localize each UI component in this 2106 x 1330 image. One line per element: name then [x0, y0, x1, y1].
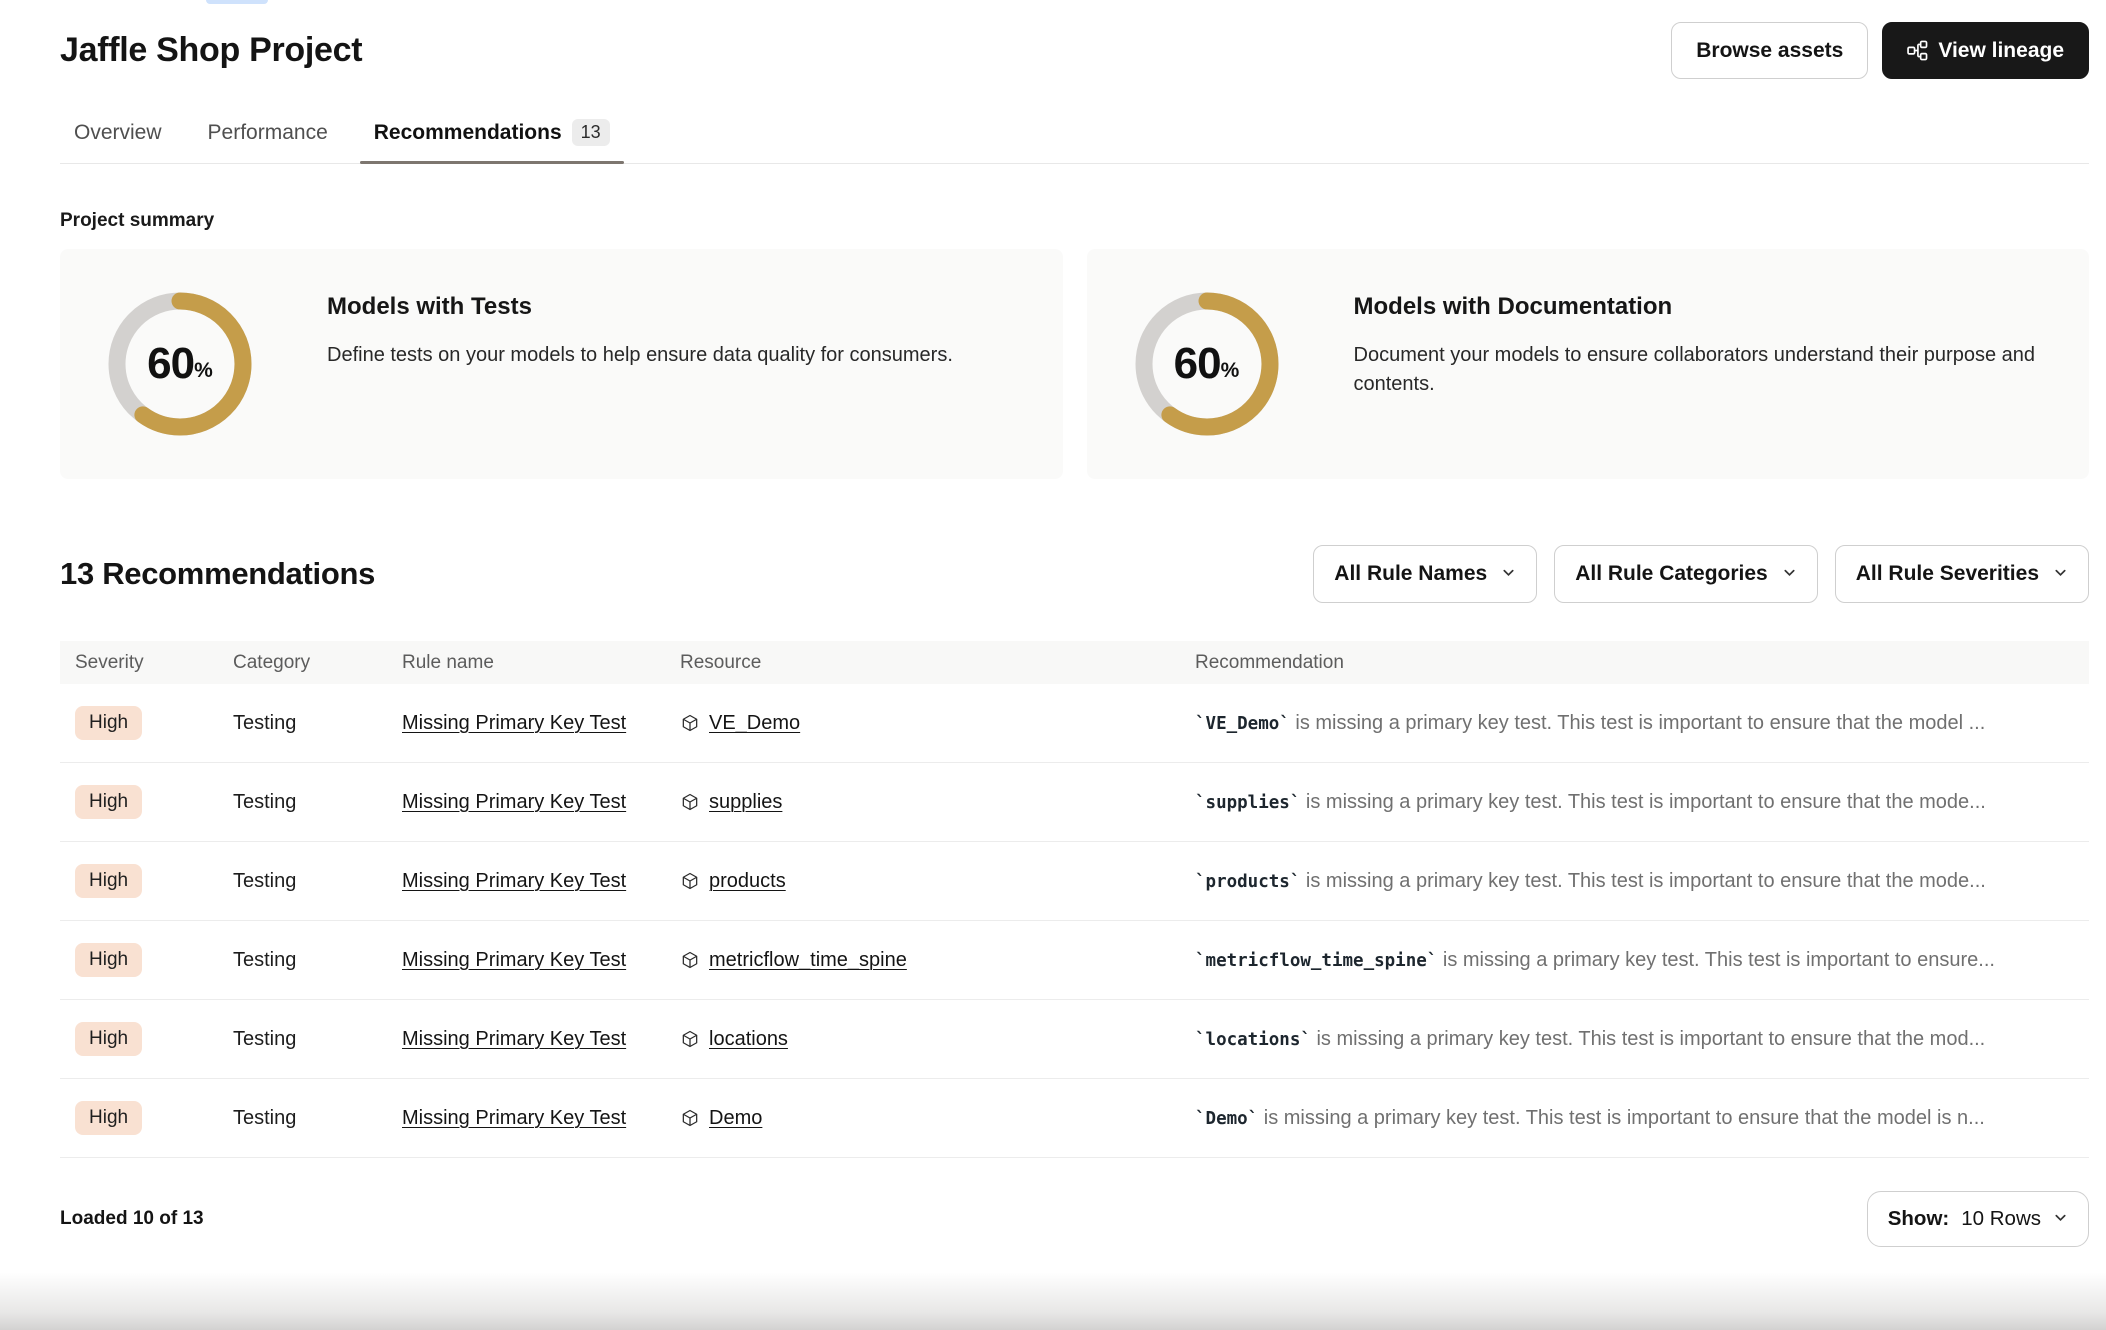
summary-cards: 60 % Models with Tests Define tests on y…: [60, 249, 2089, 479]
table-row: High Testing Missing Primary Key Test De…: [60, 1079, 2089, 1158]
table-row: High Testing Missing Primary Key Test me…: [60, 921, 2089, 1000]
recommendations-count-badge: 13: [572, 119, 610, 146]
resource-link[interactable]: products: [709, 870, 786, 893]
chevron-down-icon: [1782, 562, 1797, 586]
tests-card-content: Models with Tests Define tests on your m…: [327, 249, 953, 370]
col-category: Category: [233, 652, 402, 674]
chevron-down-icon: [2053, 1207, 2068, 1231]
rule-names-filter-label: All Rule Names: [1334, 562, 1487, 586]
category-cell: Testing: [233, 1028, 402, 1051]
rule-categories-filter-label: All Rule Categories: [1575, 562, 1768, 586]
col-resource: Resource: [680, 652, 1195, 674]
severity-badge: High: [75, 1101, 142, 1135]
tests-card-title: Models with Tests: [327, 293, 953, 321]
model-cube-icon: [680, 871, 700, 891]
recommendation-cell: `products` is missing a primary key test…: [1195, 870, 2089, 893]
docs-percent-value: 60 %: [1132, 289, 1282, 439]
rule-name-link[interactable]: Missing Primary Key Test: [402, 949, 626, 971]
chevron-down-icon: [1501, 562, 1516, 586]
category-cell: Testing: [233, 1107, 402, 1130]
table-header-row: Severity Category Rule name Resource Rec…: [60, 641, 2089, 684]
rule-names-filter[interactable]: All Rule Names: [1313, 545, 1537, 603]
recommendation-cell: `supplies` is missing a primary key test…: [1195, 791, 2089, 814]
recommendation-cell: `locations` is missing a primary key tes…: [1195, 1028, 2089, 1051]
rows-per-page-select[interactable]: Show: 10 Rows: [1867, 1191, 2089, 1247]
resource-link[interactable]: supplies: [709, 791, 782, 814]
table-footer: Loaded 10 of 13 Show: 10 Rows: [60, 1191, 2089, 1247]
rule-name-link[interactable]: Missing Primary Key Test: [402, 870, 626, 892]
bottom-scroll-fade: [0, 1272, 2106, 1330]
page-title: Jaffle Shop Project: [60, 31, 362, 70]
table-row: High Testing Missing Primary Key Test pr…: [60, 842, 2089, 921]
table-row: High Testing Missing Primary Key Test lo…: [60, 1000, 2089, 1079]
page: Jaffle Shop Project Browse assets View l…: [0, 0, 2106, 1247]
page-header: Jaffle Shop Project Browse assets View l…: [60, 0, 2089, 79]
docs-card-description: Document your models to ensure collabora…: [1354, 341, 2090, 399]
tab-recommendations-label: Recommendations: [374, 121, 562, 145]
category-cell: Testing: [233, 870, 402, 893]
resource-link[interactable]: metricflow_time_spine: [709, 949, 907, 972]
resource-link[interactable]: locations: [709, 1028, 788, 1051]
loaded-count: Loaded 10 of 13: [60, 1208, 204, 1230]
col-severity: Severity: [75, 652, 233, 674]
tab-overview[interactable]: Overview: [60, 119, 176, 163]
recommendation-cell: `metricflow_time_spine` is missing a pri…: [1195, 949, 2089, 972]
recommendation-cell: `Demo` is missing a primary key test. Th…: [1195, 1107, 2089, 1130]
col-recommendation: Recommendation: [1195, 652, 2089, 674]
view-lineage-label: View lineage: [1938, 39, 2064, 63]
tests-card-description: Define tests on your models to help ensu…: [327, 341, 953, 370]
browse-assets-button[interactable]: Browse assets: [1671, 22, 1868, 79]
model-cube-icon: [680, 792, 700, 812]
chevron-down-icon: [2053, 562, 2068, 586]
rule-name-link[interactable]: Missing Primary Key Test: [402, 1107, 626, 1129]
rule-name-link[interactable]: Missing Primary Key Test: [402, 791, 626, 813]
severity-badge: High: [75, 943, 142, 977]
tests-donut-chart: 60 %: [105, 289, 255, 439]
model-cube-icon: [680, 1108, 700, 1128]
docs-card-title: Models with Documentation: [1354, 293, 2090, 321]
docs-donut-chart: 60 %: [1132, 289, 1282, 439]
category-cell: Testing: [233, 712, 402, 735]
show-value: 10 Rows: [1961, 1207, 2041, 1231]
col-rule-name: Rule name: [402, 652, 680, 674]
rule-severities-filter-label: All Rule Severities: [1856, 562, 2039, 586]
tests-percent-value: 60 %: [105, 289, 255, 439]
lineage-icon: [1907, 40, 1928, 61]
tab-overview-label: Overview: [74, 121, 162, 145]
severity-badge: High: [75, 864, 142, 898]
tab-performance-label: Performance: [208, 121, 328, 145]
docs-card-content: Models with Documentation Document your …: [1354, 249, 2090, 399]
tab-bar: Overview Performance Recommendations 13: [60, 119, 2089, 164]
table-row: High Testing Missing Primary Key Test su…: [60, 763, 2089, 842]
recommendations-title: 13 Recommendations: [60, 556, 375, 592]
recommendations-header: 13 Recommendations All Rule Names All Ru…: [60, 545, 2089, 603]
recommendation-cell: `VE_Demo` is missing a primary key test.…: [1195, 712, 2089, 735]
model-cube-icon: [680, 1029, 700, 1049]
project-summary-label: Project summary: [60, 210, 2089, 232]
rule-name-link[interactable]: Missing Primary Key Test: [402, 1028, 626, 1050]
severity-badge: High: [75, 1022, 142, 1056]
recommendations-table: Severity Category Rule name Resource Rec…: [60, 641, 2089, 1158]
models-with-tests-card: 60 % Models with Tests Define tests on y…: [60, 249, 1063, 479]
tab-performance[interactable]: Performance: [194, 119, 342, 163]
show-label: Show:: [1888, 1207, 1950, 1231]
severity-badge: High: [75, 706, 142, 740]
category-cell: Testing: [233, 791, 402, 814]
model-cube-icon: [680, 713, 700, 733]
tab-recommendations[interactable]: Recommendations 13: [360, 119, 624, 163]
header-actions: Browse assets View lineage: [1671, 22, 2089, 79]
resource-link[interactable]: Demo: [709, 1107, 762, 1130]
table-row: High Testing Missing Primary Key Test VE…: [60, 684, 2089, 763]
rule-name-link[interactable]: Missing Primary Key Test: [402, 712, 626, 734]
filters: All Rule Names All Rule Categories All R…: [1313, 545, 2089, 603]
models-with-docs-card: 60 % Models with Documentation Document …: [1087, 249, 2090, 479]
category-cell: Testing: [233, 949, 402, 972]
model-cube-icon: [680, 950, 700, 970]
rule-severities-filter[interactable]: All Rule Severities: [1835, 545, 2089, 603]
rule-categories-filter[interactable]: All Rule Categories: [1554, 545, 1818, 603]
browse-assets-label: Browse assets: [1696, 39, 1843, 63]
severity-badge: High: [75, 785, 142, 819]
resource-link[interactable]: VE_Demo: [709, 712, 800, 735]
view-lineage-button[interactable]: View lineage: [1882, 22, 2089, 79]
